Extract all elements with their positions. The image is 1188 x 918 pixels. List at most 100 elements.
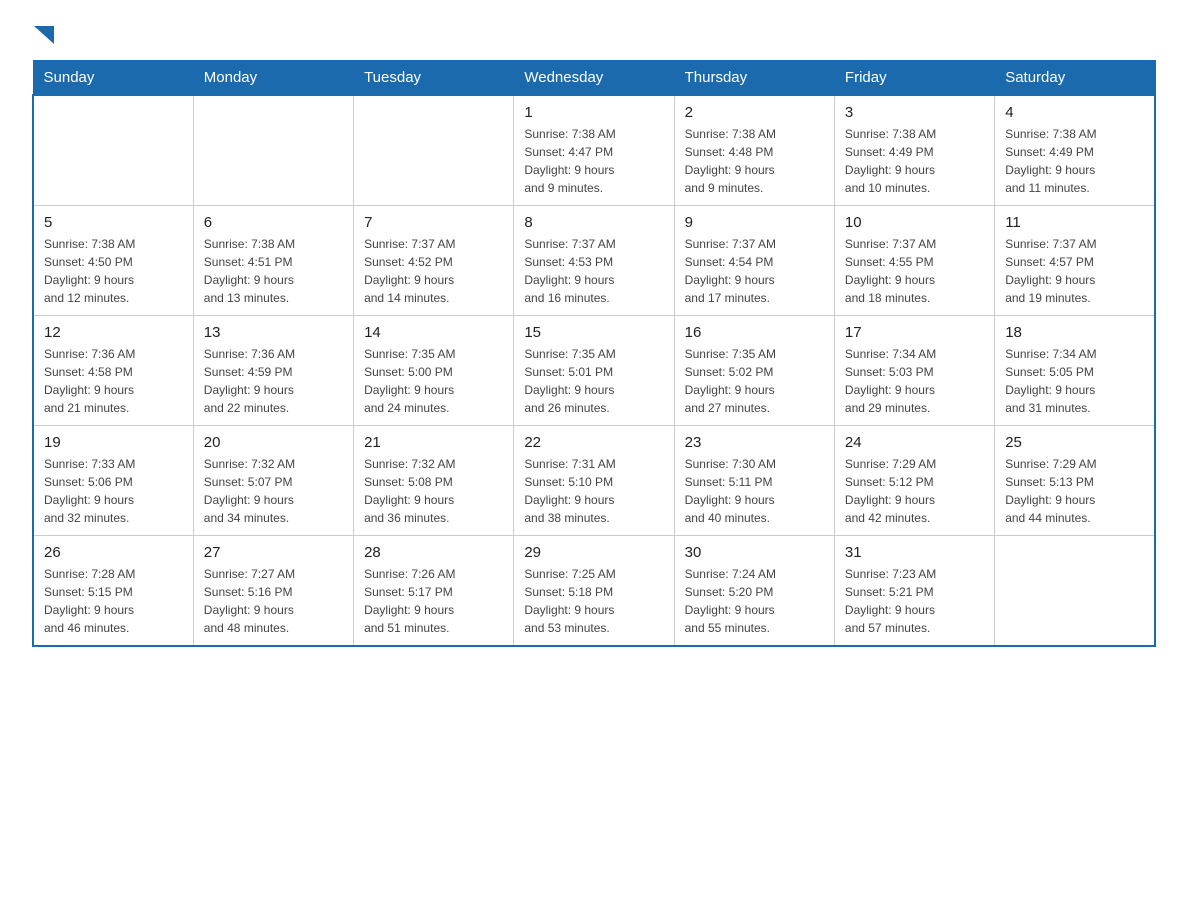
calendar-cell: 10 Sunrise: 7:37 AM Sunset: 4:55 PM Dayli… [834, 206, 994, 316]
day-number: 13 [204, 324, 343, 341]
day-number: 2 [685, 104, 824, 121]
day-info: Sunrise: 7:26 AM Sunset: 5:17 PM Dayligh… [364, 565, 503, 637]
day-number: 29 [524, 544, 663, 561]
day-number: 7 [364, 214, 503, 231]
calendar-cell: 24 Sunrise: 7:29 AM Sunset: 5:12 PM Dayli… [834, 426, 994, 536]
calendar-cell: 21 Sunrise: 7:32 AM Sunset: 5:08 PM Dayli… [354, 426, 514, 536]
calendar-cell: 5 Sunrise: 7:38 AM Sunset: 4:50 PM Daylig… [33, 206, 193, 316]
day-number: 22 [524, 434, 663, 451]
weekday-header-monday: Monday [193, 61, 353, 96]
day-info: Sunrise: 7:37 AM Sunset: 4:53 PM Dayligh… [524, 235, 663, 307]
calendar-cell [193, 95, 353, 206]
day-number: 25 [1005, 434, 1144, 451]
calendar-cell: 12Sunrise: 7:36 AM Sunset: 4:58 PM Dayli… [33, 316, 193, 426]
day-info: Sunrise: 7:35 AM Sunset: 5:02 PM Dayligh… [685, 345, 824, 417]
calendar-week-row: 5 Sunrise: 7:38 AM Sunset: 4:50 PM Daylig… [33, 206, 1155, 316]
calendar-cell: 18 Sunrise: 7:34 AM Sunset: 5:05 PM Dayli… [995, 316, 1155, 426]
calendar-cell: 31 Sunrise: 7:23 AM Sunset: 5:21 PM Dayli… [834, 536, 994, 647]
calendar-cell [354, 95, 514, 206]
day-number: 16 [685, 324, 824, 341]
day-info: Sunrise: 7:37 AM Sunset: 4:57 PM Dayligh… [1005, 235, 1144, 307]
weekday-header-thursday: Thursday [674, 61, 834, 96]
day-info: Sunrise: 7:36 AM Sunset: 4:58 PM Dayligh… [44, 345, 183, 417]
calendar-cell: 7 Sunrise: 7:37 AM Sunset: 4:52 PM Daylig… [354, 206, 514, 316]
calendar-cell: 1Sunrise: 7:38 AM Sunset: 4:47 PM Daylig… [514, 95, 674, 206]
day-info: Sunrise: 7:35 AM Sunset: 5:01 PM Dayligh… [524, 345, 663, 417]
day-info: Sunrise: 7:33 AM Sunset: 5:06 PM Dayligh… [44, 455, 183, 527]
day-number: 17 [845, 324, 984, 341]
day-number: 8 [524, 214, 663, 231]
day-number: 23 [685, 434, 824, 451]
logo-arrow-icon [34, 26, 54, 44]
day-number: 5 [44, 214, 183, 231]
weekday-header-wednesday: Wednesday [514, 61, 674, 96]
calendar-cell: 27 Sunrise: 7:27 AM Sunset: 5:16 PM Dayli… [193, 536, 353, 647]
calendar-cell: 19 Sunrise: 7:33 AM Sunset: 5:06 PM Dayli… [33, 426, 193, 536]
day-number: 21 [364, 434, 503, 451]
day-number: 6 [204, 214, 343, 231]
day-info: Sunrise: 7:29 AM Sunset: 5:13 PM Dayligh… [1005, 455, 1144, 527]
day-number: 9 [685, 214, 824, 231]
calendar-table: SundayMondayTuesdayWednesdayThursdayFrid… [32, 60, 1156, 647]
calendar-cell: 29Sunrise: 7:25 AM Sunset: 5:18 PM Dayli… [514, 536, 674, 647]
calendar-week-row: 12Sunrise: 7:36 AM Sunset: 4:58 PM Dayli… [33, 316, 1155, 426]
day-info: Sunrise: 7:37 AM Sunset: 4:55 PM Dayligh… [845, 235, 984, 307]
calendar-cell: 11 Sunrise: 7:37 AM Sunset: 4:57 PM Dayli… [995, 206, 1155, 316]
day-info: Sunrise: 7:38 AM Sunset: 4:49 PM Dayligh… [1005, 125, 1144, 197]
calendar-cell [33, 95, 193, 206]
day-info: Sunrise: 7:29 AM Sunset: 5:12 PM Dayligh… [845, 455, 984, 527]
calendar-week-row: 19 Sunrise: 7:33 AM Sunset: 5:06 PM Dayli… [33, 426, 1155, 536]
day-number: 1 [524, 104, 663, 121]
calendar-cell: 4Sunrise: 7:38 AM Sunset: 4:49 PM Daylig… [995, 95, 1155, 206]
day-number: 18 [1005, 324, 1144, 341]
day-info: Sunrise: 7:32 AM Sunset: 5:08 PM Dayligh… [364, 455, 503, 527]
calendar-week-row: 26 Sunrise: 7:28 AM Sunset: 5:15 PM Dayli… [33, 536, 1155, 647]
weekday-header-friday: Friday [834, 61, 994, 96]
day-info: Sunrise: 7:35 AM Sunset: 5:00 PM Dayligh… [364, 345, 503, 417]
calendar-cell: 16 Sunrise: 7:35 AM Sunset: 5:02 PM Dayli… [674, 316, 834, 426]
logo [32, 24, 54, 44]
day-info: Sunrise: 7:38 AM Sunset: 4:48 PM Dayligh… [685, 125, 824, 197]
header [32, 24, 1156, 44]
day-number: 3 [845, 104, 984, 121]
weekday-header-tuesday: Tuesday [354, 61, 514, 96]
calendar-cell: 9Sunrise: 7:37 AM Sunset: 4:54 PM Daylig… [674, 206, 834, 316]
day-info: Sunrise: 7:31 AM Sunset: 5:10 PM Dayligh… [524, 455, 663, 527]
day-info: Sunrise: 7:28 AM Sunset: 5:15 PM Dayligh… [44, 565, 183, 637]
calendar-cell: 22 Sunrise: 7:31 AM Sunset: 5:10 PM Dayli… [514, 426, 674, 536]
calendar-cell [995, 536, 1155, 647]
day-info: Sunrise: 7:38 AM Sunset: 4:51 PM Dayligh… [204, 235, 343, 307]
calendar-cell: 17 Sunrise: 7:34 AM Sunset: 5:03 PM Dayli… [834, 316, 994, 426]
calendar-cell: 13 Sunrise: 7:36 AM Sunset: 4:59 PM Dayli… [193, 316, 353, 426]
day-number: 10 [845, 214, 984, 231]
calendar-cell: 8 Sunrise: 7:37 AM Sunset: 4:53 PM Daylig… [514, 206, 674, 316]
day-info: Sunrise: 7:27 AM Sunset: 5:16 PM Dayligh… [204, 565, 343, 637]
day-info: Sunrise: 7:24 AM Sunset: 5:20 PM Dayligh… [685, 565, 824, 637]
day-info: Sunrise: 7:23 AM Sunset: 5:21 PM Dayligh… [845, 565, 984, 637]
calendar-cell: 15Sunrise: 7:35 AM Sunset: 5:01 PM Dayli… [514, 316, 674, 426]
day-info: Sunrise: 7:37 AM Sunset: 4:52 PM Dayligh… [364, 235, 503, 307]
day-number: 20 [204, 434, 343, 451]
calendar-cell: 23Sunrise: 7:30 AM Sunset: 5:11 PM Dayli… [674, 426, 834, 536]
weekday-header-sunday: Sunday [33, 61, 193, 96]
day-info: Sunrise: 7:34 AM Sunset: 5:05 PM Dayligh… [1005, 345, 1144, 417]
day-number: 11 [1005, 214, 1144, 231]
day-info: Sunrise: 7:38 AM Sunset: 4:50 PM Dayligh… [44, 235, 183, 307]
calendar-cell: 30 Sunrise: 7:24 AM Sunset: 5:20 PM Dayli… [674, 536, 834, 647]
day-number: 28 [364, 544, 503, 561]
day-info: Sunrise: 7:34 AM Sunset: 5:03 PM Dayligh… [845, 345, 984, 417]
day-number: 24 [845, 434, 984, 451]
calendar-cell: 3Sunrise: 7:38 AM Sunset: 4:49 PM Daylig… [834, 95, 994, 206]
calendar-week-row: 1Sunrise: 7:38 AM Sunset: 4:47 PM Daylig… [33, 95, 1155, 206]
day-number: 14 [364, 324, 503, 341]
day-info: Sunrise: 7:36 AM Sunset: 4:59 PM Dayligh… [204, 345, 343, 417]
calendar-cell: 26 Sunrise: 7:28 AM Sunset: 5:15 PM Dayli… [33, 536, 193, 647]
day-number: 31 [845, 544, 984, 561]
calendar-cell: 25 Sunrise: 7:29 AM Sunset: 5:13 PM Dayli… [995, 426, 1155, 536]
day-number: 19 [44, 434, 183, 451]
day-number: 26 [44, 544, 183, 561]
day-number: 27 [204, 544, 343, 561]
calendar-cell: 20Sunrise: 7:32 AM Sunset: 5:07 PM Dayli… [193, 426, 353, 536]
day-number: 30 [685, 544, 824, 561]
weekday-header-row: SundayMondayTuesdayWednesdayThursdayFrid… [33, 61, 1155, 96]
